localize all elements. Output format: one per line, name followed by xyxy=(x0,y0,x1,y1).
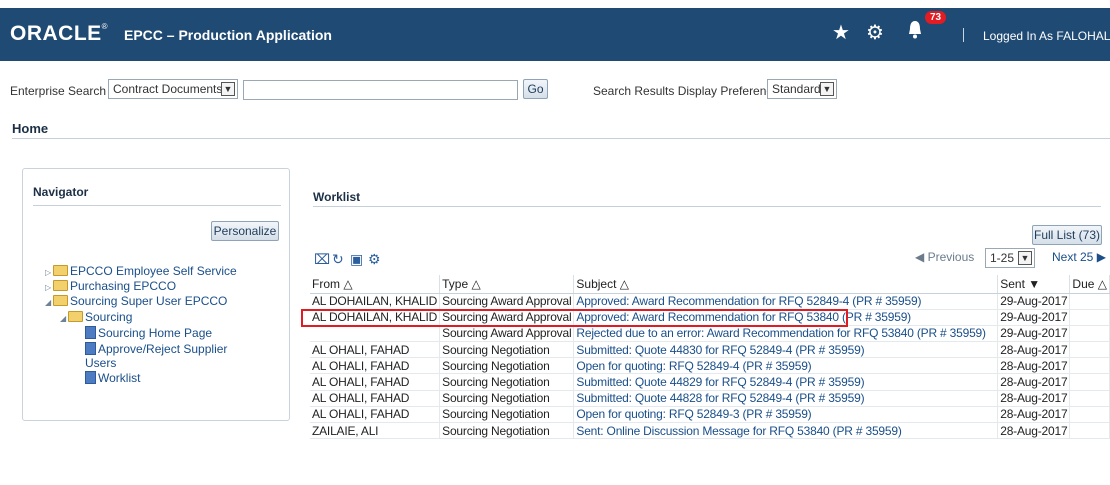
collapse-triangle-icon[interactable]: ◢ xyxy=(45,298,53,307)
chevron-down-icon[interactable]: ▼ xyxy=(221,82,235,96)
folder-icon xyxy=(53,280,68,291)
next-page-link[interactable]: Next 25 ▶ xyxy=(1052,250,1106,264)
page-icon xyxy=(85,326,96,339)
table-row[interactable]: AL OHALI, FAHAD Sourcing Negotiation Submi… xyxy=(310,341,1110,359)
subject-link[interactable]: Submitted: Quote 44828 for RFQ 52849-4 (… xyxy=(573,390,999,407)
folder-open-icon xyxy=(68,311,83,322)
nav-item-approve-reject-supplier-users-cont[interactable]: Users xyxy=(85,356,116,370)
worklist-table: From △ Type △ Subject △ Sent ▼ Due △ AL … xyxy=(310,275,1110,440)
table-row[interactable]: AL DOHAILAN, KHALID Sourcing Award Approv… xyxy=(310,293,1110,310)
folder-icon xyxy=(53,265,68,276)
nav-item-sourcing[interactable]: ◢ Sourcing xyxy=(60,310,132,324)
full-list-button[interactable]: Full List (73) xyxy=(1032,225,1102,245)
nav-item-worklist[interactable]: Worklist xyxy=(85,371,140,385)
search-category-select[interactable]: Contract Documents ▼ xyxy=(108,79,238,99)
settings-gear-icon[interactable]: ⚙ xyxy=(866,20,884,45)
app-title: EPCC – Production Application xyxy=(124,27,332,43)
expand-all-icon[interactable]: ⌧ xyxy=(314,251,330,268)
display-preference-select[interactable]: Standard ▼ xyxy=(767,79,837,99)
favorites-star-icon[interactable]: ★ xyxy=(832,20,850,45)
page-title: Home xyxy=(12,121,49,136)
subject-link[interactable]: Approved: Award Recommendation for RFQ 5… xyxy=(573,293,999,310)
header-divider xyxy=(963,28,964,42)
enterprise-search-label: Enterprise Search xyxy=(10,84,107,98)
divider xyxy=(33,205,281,206)
folder-open-icon xyxy=(53,295,68,306)
subject-link[interactable]: Rejected due to an error: Award Recommen… xyxy=(573,325,999,343)
divider xyxy=(313,206,1101,207)
nav-item-sourcing-home-page[interactable]: Sourcing Home Page xyxy=(85,326,212,340)
table-header-row: From △ Type △ Subject △ Sent ▼ Due △ xyxy=(310,275,1110,294)
column-header-subject[interactable]: Subject △ xyxy=(573,275,999,294)
notifications-bell-icon[interactable] xyxy=(908,20,922,46)
export-icon[interactable]: ▣ xyxy=(350,251,363,268)
go-button[interactable]: Go xyxy=(523,79,548,99)
search-input[interactable] xyxy=(243,80,518,100)
notification-count-badge[interactable]: 73 xyxy=(925,11,947,24)
subject-link[interactable]: Submitted: Quote 44830 for RFQ 52849-4 (… xyxy=(573,341,999,359)
subject-link[interactable]: Open for quoting: RFQ 52849-3 (PR # 3595… xyxy=(573,406,999,424)
page-icon xyxy=(85,342,96,355)
personalize-button[interactable]: Personalize xyxy=(211,221,279,241)
nav-item-sourcing-super-user-epcco[interactable]: ◢ Sourcing Super User EPCCO xyxy=(45,294,227,308)
column-header-due[interactable]: Due △ xyxy=(1069,275,1110,294)
table-row[interactable]: AL OHALI, FAHAD Sourcing Negotiation Open … xyxy=(310,357,1110,375)
page-range-select[interactable]: 1-25 ▼ xyxy=(985,248,1035,268)
divider xyxy=(12,138,1110,139)
subject-link[interactable]: Open for quoting: RFQ 52849-4 (PR # 3595… xyxy=(573,357,999,375)
table-row[interactable]: AL OHALI, FAHAD Sourcing Negotiation Open … xyxy=(310,406,1110,424)
display-preference-label: Search Results Display Preference xyxy=(593,84,780,98)
column-header-type[interactable]: Type △ xyxy=(439,275,575,294)
nav-item-approve-reject-supplier-users[interactable]: Approve/Reject Supplier xyxy=(85,342,227,356)
chevron-down-icon[interactable]: ▼ xyxy=(1018,251,1032,265)
expand-triangle-icon[interactable]: ▷ xyxy=(45,268,53,277)
navigator-title: Navigator xyxy=(33,185,89,199)
collapse-triangle-icon[interactable]: ◢ xyxy=(60,314,68,323)
display-preference-value: Standard xyxy=(772,82,821,96)
expand-triangle-icon[interactable]: ▷ xyxy=(45,283,53,292)
nav-item-purchasing-epcco[interactable]: ▷ Purchasing EPCCO xyxy=(45,279,176,293)
worklist-title: Worklist xyxy=(313,190,361,204)
refresh-icon[interactable]: ↻ xyxy=(332,251,344,268)
settings-gear-icon[interactable]: ⚙ xyxy=(368,251,381,268)
logged-in-user-text: Logged In As FALOHALI xyxy=(983,29,1110,43)
subject-link[interactable]: Sent: Online Discussion Message for RFQ … xyxy=(573,422,999,440)
top-header-bar: ORACLE® EPCC – Production Application ★ … xyxy=(0,8,1110,61)
subject-link[interactable]: Submitted: Quote 44829 for RFQ 52849-4 (… xyxy=(573,373,999,391)
search-category-value: Contract Documents xyxy=(113,82,223,96)
table-row[interactable]: Sourcing Award Approval Rejected due to a… xyxy=(310,325,1110,343)
annotation-highlight-box xyxy=(301,309,848,327)
nav-item-epcco-employee-self-service[interactable]: ▷ EPCCO Employee Self Service xyxy=(45,264,237,278)
column-header-sent[interactable]: Sent ▼ xyxy=(997,275,1071,294)
table-row[interactable]: AL OHALI, FAHAD Sourcing Negotiation Submi… xyxy=(310,373,1110,391)
oracle-logo[interactable]: ORACLE® xyxy=(10,22,108,46)
previous-page-link[interactable]: ◀ Previous xyxy=(915,250,974,264)
table-row[interactable]: AL OHALI, FAHAD Sourcing Negotiation Submi… xyxy=(310,390,1110,407)
page-icon xyxy=(85,371,96,384)
navigator-panel: Navigator Personalize ▷ EPCCO Employee Se… xyxy=(22,168,290,421)
chevron-down-icon[interactable]: ▼ xyxy=(820,82,834,96)
table-row[interactable]: ZAILAIE, ALI Sourcing Negotiation Sent: On… xyxy=(310,422,1110,440)
enterprise-search-bar: Enterprise Search Contract Documents ▼ G… xyxy=(0,79,1110,101)
column-header-from[interactable]: From △ xyxy=(310,275,441,294)
